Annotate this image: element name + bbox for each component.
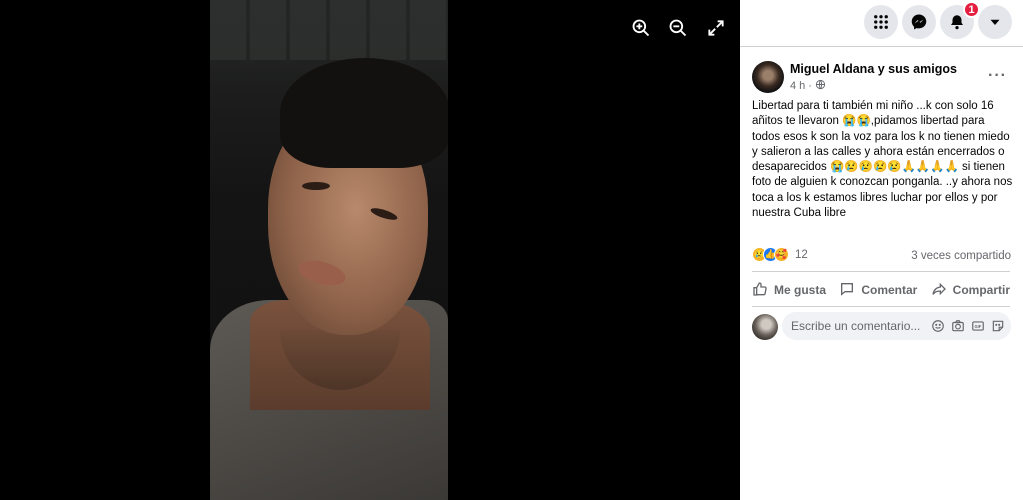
comment-box: GIF — [782, 312, 1011, 340]
avatar[interactable] — [752, 61, 784, 93]
more-options-button[interactable]: ··· — [988, 67, 1007, 85]
emoji-icon[interactable] — [931, 319, 945, 333]
messenger-icon[interactable] — [902, 5, 936, 39]
post-photo[interactable] — [210, 0, 448, 500]
thumbs-up-icon — [752, 281, 768, 300]
notification-badge: 1 — [963, 1, 980, 18]
caret-down-icon[interactable] — [978, 5, 1012, 39]
current-user-avatar[interactable] — [752, 314, 778, 340]
post-author[interactable]: Miguel Aldana y sus amigos — [790, 62, 957, 76]
svg-text:GIF: GIF — [975, 324, 982, 329]
care-reaction-icon: 🥰 — [774, 247, 789, 262]
share-label: Compartir — [952, 283, 1010, 297]
post-actions: Me gusta Comentar Compartir — [752, 277, 1010, 303]
photo-viewer — [0, 0, 740, 500]
post-meta: 4 h · — [790, 79, 826, 93]
comment-label: Comentar — [861, 283, 918, 297]
reactions-summary[interactable]: 😢 👍 🥰 12 — [752, 247, 808, 262]
meta-separator: · — [808, 80, 812, 92]
post-panel: Miguel Aldana y sus amigos 4 h · ··· Lib… — [740, 46, 1023, 500]
bell-icon[interactable]: 1 — [940, 1, 980, 39]
zoom-out-icon[interactable] — [667, 17, 689, 39]
share-icon — [931, 281, 947, 300]
post-text: Libertad para ti también mi niño ...k co… — [752, 100, 1013, 220]
grid-menu-icon[interactable] — [864, 5, 898, 39]
camera-icon[interactable] — [951, 319, 965, 333]
comment-icon — [839, 281, 855, 300]
expand-icon[interactable] — [705, 17, 727, 39]
sticker-icon[interactable] — [991, 319, 1005, 333]
share-button[interactable]: Compartir — [931, 281, 1010, 300]
comment-input[interactable] — [791, 319, 931, 333]
comment-button[interactable]: Comentar — [839, 281, 917, 300]
globe-icon — [815, 79, 826, 93]
gif-icon[interactable]: GIF — [971, 319, 985, 333]
share-count[interactable]: 3 veces compartido — [911, 250, 1011, 262]
zoom-in-icon[interactable] — [630, 17, 652, 39]
divider — [752, 271, 1010, 272]
like-label: Me gusta — [774, 283, 827, 297]
reaction-count: 12 — [795, 248, 808, 261]
top-bar: 1 — [740, 0, 1023, 46]
divider — [752, 306, 1010, 307]
post-time[interactable]: 4 h — [790, 80, 805, 92]
like-button[interactable]: Me gusta — [752, 281, 826, 300]
